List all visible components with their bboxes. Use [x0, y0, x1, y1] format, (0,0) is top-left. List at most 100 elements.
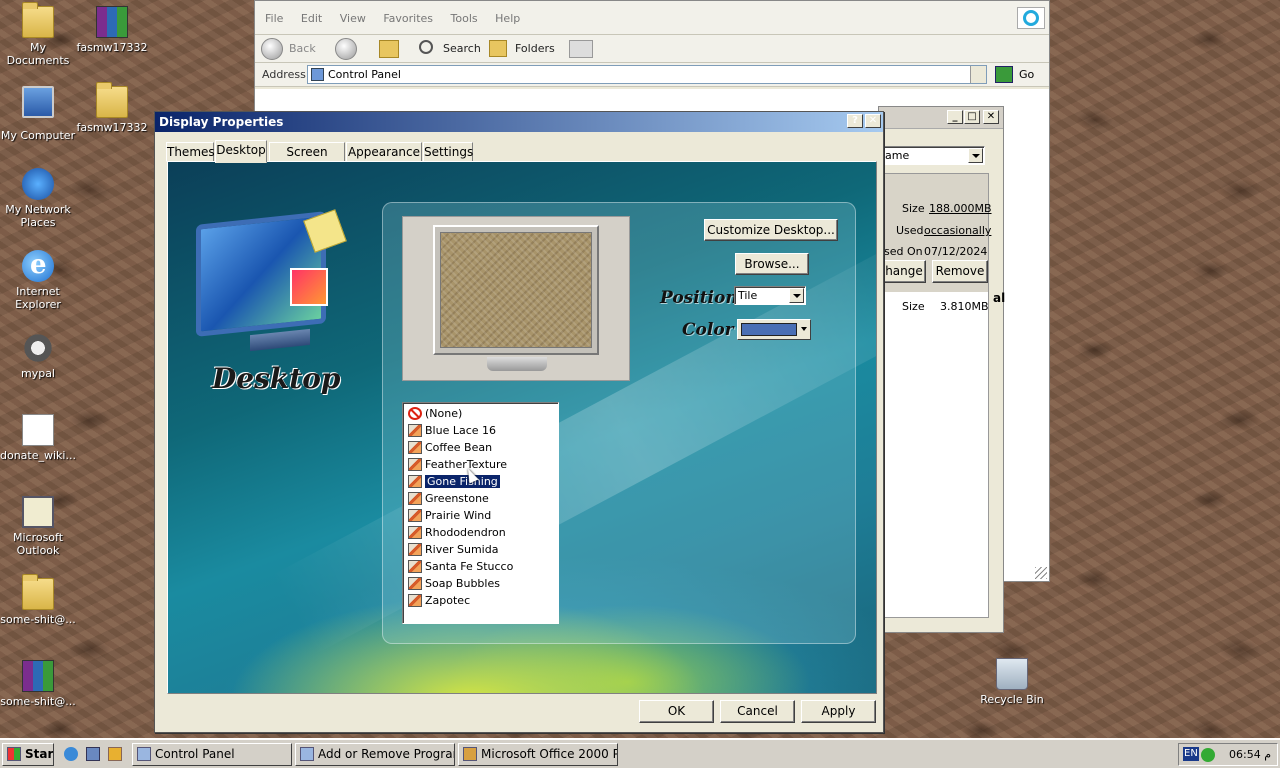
quick-launch-ie-icon[interactable]: [64, 747, 78, 761]
chevron-down-icon: [789, 288, 804, 303]
back-button[interactable]: Back: [289, 42, 316, 55]
tab-appearance[interactable]: Appearance: [346, 142, 422, 162]
desktop-icon-some-archive[interactable]: some-shit@...: [0, 660, 76, 708]
list-item[interactable]: Rhododendron: [406, 524, 555, 541]
list-item[interactable]: (None): [406, 405, 555, 422]
image-file-icon: [408, 577, 422, 590]
back-arrow-icon[interactable]: [261, 38, 283, 60]
desktop-icon-donate-wiki[interactable]: donate_wiki...: [0, 414, 76, 462]
list-item[interactable]: FeatherTexture: [406, 456, 555, 473]
start-button[interactable]: Start: [2, 743, 54, 766]
browse-button[interactable]: Browse...: [735, 253, 809, 275]
quick-launch-desktop-icon[interactable]: [86, 747, 100, 761]
go-button[interactable]: Go: [1019, 68, 1034, 81]
windows-logo-icon: [1017, 7, 1045, 29]
desktop-icon-fasmw-archive[interactable]: fasmw17332: [74, 6, 150, 54]
list-item-selected[interactable]: Gone Fishing: [406, 473, 555, 490]
desktop-icon-label: fasmw17332: [76, 121, 148, 134]
close-button[interactable]: ✕: [983, 110, 999, 124]
remove-button[interactable]: Remove: [932, 260, 988, 283]
ok-button[interactable]: OK: [639, 700, 714, 723]
desktop-icon-microsoft-outlook[interactable]: Microsoft Outlook: [0, 496, 76, 557]
desktop-icon-mypal[interactable]: mypal: [0, 332, 76, 380]
language-indicator[interactable]: EN: [1183, 747, 1199, 761]
size2-value: 3.810MB: [940, 300, 989, 313]
go-arrow-icon[interactable]: [995, 66, 1013, 83]
address-dropdown-arrow[interactable]: [970, 66, 986, 83]
list-item[interactable]: Greenstone: [406, 490, 555, 507]
folder-icon: [96, 82, 128, 118]
menu-file[interactable]: File: [265, 12, 283, 25]
desktop-icon-label: My Network Places: [5, 203, 71, 229]
cancel-button[interactable]: Cancel: [720, 700, 795, 723]
desktop-icon-some-folder[interactable]: some-shit@...: [0, 574, 76, 626]
tab-settings[interactable]: Settings: [423, 142, 473, 162]
system-tray: EN 06:54 ﻡ: [1178, 743, 1278, 766]
color-picker-button[interactable]: [737, 319, 811, 340]
quick-launch-media-icon[interactable]: [108, 747, 122, 761]
menu-edit[interactable]: Edit: [301, 12, 322, 25]
desktop-icon-label: mypal: [20, 367, 55, 380]
list-item[interactable]: Santa Fe Stucco: [406, 558, 555, 575]
winrar-archive-icon: [96, 6, 128, 38]
image-file-icon: [408, 424, 422, 437]
menu-help[interactable]: Help: [495, 12, 520, 25]
desktop-icon-my-network-places[interactable]: My Network Places: [0, 168, 76, 229]
security-shield-icon[interactable]: [1201, 748, 1215, 762]
task-office-installer[interactable]: Microsoft Office 2000 Pr...: [458, 743, 618, 766]
desktop-icon-fasmw-folder[interactable]: fasmw17332: [74, 82, 150, 134]
toolbar: Back Search Folders: [255, 35, 1049, 63]
up-folder-icon[interactable]: [379, 40, 399, 58]
desktop-icon-my-computer[interactable]: My Computer: [0, 86, 76, 142]
desktop-icon-label: Internet Explorer: [15, 285, 61, 311]
maximize-button[interactable]: □: [964, 110, 980, 124]
list-item[interactable]: Soap Bubbles: [406, 575, 555, 592]
search-icon: [419, 40, 433, 54]
list-item[interactable]: Blue Lace 16: [406, 422, 555, 439]
views-icon[interactable]: [569, 40, 593, 58]
image-file-icon: [408, 458, 422, 471]
position-select[interactable]: Tile: [734, 286, 806, 305]
list-item[interactable]: Coffee Bean: [406, 439, 555, 456]
resize-grip[interactable]: [1035, 567, 1047, 579]
change-button[interactable]: hange: [882, 260, 926, 283]
desktop-icon-recycle-bin[interactable]: Recycle Bin: [974, 658, 1050, 706]
desktop-icon-my-documents[interactable]: My Documents: [0, 2, 76, 67]
sort-by-select[interactable]: ame: [881, 146, 985, 165]
search-button[interactable]: Search: [443, 42, 481, 55]
background-list[interactable]: (None) Blue Lace 16 Coffee Bean FeatherT…: [402, 402, 559, 624]
forward-arrow-icon[interactable]: [335, 38, 357, 60]
tab-screen-saver[interactable]: Screen Saver: [269, 142, 345, 177]
close-button[interactable]: ✕: [865, 114, 881, 128]
menu-favorites[interactable]: Favorites: [383, 12, 433, 25]
apply-button[interactable]: Apply: [801, 700, 876, 723]
task-control-panel[interactable]: Control Panel: [132, 743, 292, 766]
desktop-icon-label: some-shit@...: [0, 695, 76, 708]
menu-tools[interactable]: Tools: [451, 12, 478, 25]
desktop-icon-internet-explorer[interactable]: Internet Explorer: [0, 250, 76, 311]
image-file-icon: [408, 441, 422, 454]
folders-button[interactable]: Folders: [515, 42, 555, 55]
customize-desktop-button[interactable]: Customize Desktop...: [704, 219, 838, 241]
minimize-button[interactable]: _: [947, 110, 963, 124]
menu-bar: File Edit View Favorites Tools Help: [255, 1, 1049, 35]
last-used-value: 07/12/2024: [924, 245, 988, 258]
address-value: Control Panel: [328, 68, 401, 81]
desktop-tab-panel: Desktop Customize Desktop... Browse... P…: [167, 161, 877, 694]
clock: 06:54 ﻡ: [1229, 748, 1272, 761]
dialog-title: Display Properties: [159, 115, 284, 129]
tab-desktop[interactable]: Desktop: [215, 140, 267, 163]
side-text: al: [993, 291, 1006, 305]
list-item[interactable]: Zapotec: [406, 592, 555, 609]
size-label: Size: [902, 202, 925, 215]
address-input[interactable]: Control Panel: [307, 65, 987, 84]
menu-view[interactable]: View: [340, 12, 366, 25]
tab-themes[interactable]: Themes: [166, 142, 215, 162]
list-item[interactable]: Prairie Wind: [406, 507, 555, 524]
wallpaper-preview: [440, 232, 592, 348]
internet-explorer-icon: [22, 250, 54, 282]
used-value[interactable]: occasionally: [924, 224, 991, 237]
task-add-remove-programs[interactable]: Add or Remove Programs: [295, 743, 455, 766]
help-button[interactable]: ?: [847, 114, 863, 128]
list-item[interactable]: River Sumida: [406, 541, 555, 558]
